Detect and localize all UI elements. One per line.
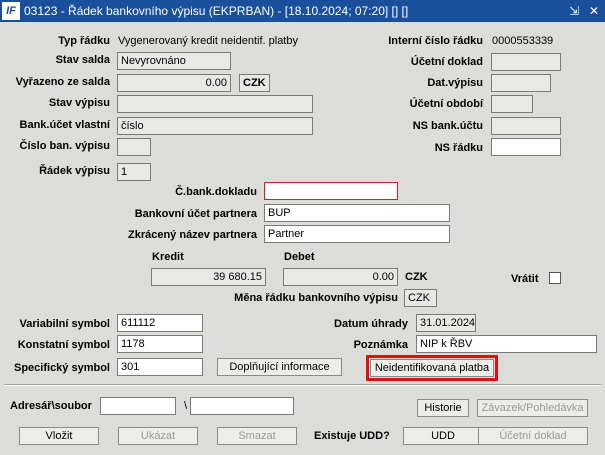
bankovni-ucet-partnera-label: Bankovní účet partnera	[134, 208, 257, 220]
dat-vypisu-label: Dat.výpisu	[427, 77, 483, 89]
ucetni-doklad-label: Účetní doklad	[410, 56, 483, 68]
poznamka-label: Poznámka	[353, 339, 408, 351]
ucetni-doklad-button[interactable]: Účetní doklad	[478, 427, 588, 445]
neidentifikovana-platba-button[interactable]: Neidentifikovaná platba	[366, 355, 498, 381]
konstatni-symbol-label: Konstatní symbol	[17, 339, 110, 351]
poznamka-field[interactable]: NIP k ŘBV	[416, 335, 597, 353]
interni-cislo-radku-label: Interní číslo řádku	[388, 35, 483, 47]
dat-vypisu-field[interactable]	[491, 74, 551, 92]
c-bank-dokladu-label: Č.bank.dokladu	[175, 186, 257, 198]
stav-vypisu-field[interactable]	[117, 95, 313, 113]
app-icon: IF	[2, 2, 20, 20]
zkraceny-nazev-partnera-field[interactable]: Partner	[264, 225, 450, 243]
close-icon[interactable]: ✕	[586, 3, 602, 19]
soubor-field[interactable]	[190, 397, 294, 415]
ucetni-doklad-field[interactable]	[491, 53, 561, 71]
kredit-field[interactable]: 39 680.15	[151, 268, 266, 286]
ns-radku-label: NS řádku	[434, 142, 483, 154]
cislo-ban-vypisu-field[interactable]	[117, 138, 151, 156]
stav-salda-label: Stav salda	[55, 54, 110, 66]
ns-radku-field[interactable]	[491, 138, 561, 156]
title-bar: IF 03123 - Řádek bankovního výpisu (EKPR…	[0, 0, 605, 22]
historie-button[interactable]: Historie	[417, 399, 469, 417]
interni-cislo-radku-value: 0000553339	[492, 35, 554, 47]
ns-bank-uctu-field[interactable]	[491, 117, 561, 135]
smazat-button[interactable]: Smazat	[217, 427, 297, 445]
debet-label: Debet	[284, 251, 315, 263]
mena-radku-label: Měna řádku bankovního výpisu	[234, 292, 398, 304]
vyrazeno-field[interactable]: 0.00	[117, 74, 231, 92]
minimize-icon[interactable]: ⇲	[566, 3, 582, 19]
kredit-debet-currency-label: CZK	[405, 271, 428, 283]
datum-uhrady-label: Datum úhrady	[334, 318, 408, 330]
typ-radku-value: Vygenerovaný kredit neidentif. platby	[118, 35, 298, 47]
debet-field[interactable]: 0.00	[283, 268, 398, 286]
typ-radku-label: Typ řádku	[58, 35, 110, 47]
specificky-symbol-field[interactable]: 301	[117, 358, 203, 376]
radek-vypisu-label: Řádek výpisu	[39, 165, 110, 177]
kredit-label: Kredit	[152, 251, 184, 263]
vratit-label: Vrátit	[511, 273, 539, 285]
zkraceny-nazev-partnera-label: Zkrácený název partnera	[127, 229, 257, 241]
datum-uhrady-field[interactable]: 31.01.2024	[416, 314, 476, 332]
adresar-soubor-label: Adresář\soubor	[10, 400, 92, 412]
path-separator-label: \	[184, 400, 188, 412]
zavazek-pohledavka-button[interactable]: Závazek/Pohledávka	[477, 399, 588, 417]
specificky-symbol-label: Specifický symbol	[14, 362, 110, 374]
variabilni-symbol-label: Variabilní symbol	[19, 318, 110, 330]
bank-ucet-vlastni-label: Bank.účet vlastní	[19, 119, 110, 131]
doplnujici-informace-button[interactable]: Doplňující informace	[217, 358, 342, 376]
adresar-field[interactable]	[100, 397, 176, 415]
vlozit-button[interactable]: Vložit	[19, 427, 99, 445]
c-bank-dokladu-field[interactable]	[264, 182, 398, 200]
ucetni-obdobi-label: Účetní období	[409, 98, 483, 110]
ucetni-obdobi-field[interactable]	[491, 95, 533, 113]
udd-button[interactable]: UDD	[403, 427, 483, 445]
ukazat-button[interactable]: Ukázat	[118, 427, 198, 445]
konstatni-symbol-field[interactable]: 1178	[117, 335, 203, 353]
vratit-checkbox[interactable]	[549, 272, 561, 284]
ns-bank-uctu-label: NS bank.účtu	[412, 120, 483, 132]
variabilni-symbol-field[interactable]: 611112	[117, 314, 203, 332]
vyrazeno-label: Vyřazeno ze salda	[15, 76, 110, 88]
existuje-udd-label: Existuje UDD?	[314, 430, 390, 442]
bankovni-ucet-partnera-field[interactable]: BUP	[264, 204, 450, 222]
mena-radku-field[interactable]: CZK	[404, 289, 437, 307]
window-title: 03123 - Řádek bankovního výpisu (EKPRBAN…	[24, 4, 409, 18]
separator	[4, 384, 601, 386]
radek-vypisu-field[interactable]: 1	[117, 163, 151, 181]
vyrazeno-currency-field[interactable]: CZK	[239, 74, 270, 92]
bank-ucet-vlastni-field[interactable]: číslo	[117, 117, 313, 135]
stav-vypisu-label: Stav výpisu	[48, 97, 110, 109]
cislo-ban-vypisu-label: Číslo ban. výpisu	[19, 140, 110, 152]
stav-salda-field[interactable]: Nevyrovnáno	[117, 52, 231, 70]
